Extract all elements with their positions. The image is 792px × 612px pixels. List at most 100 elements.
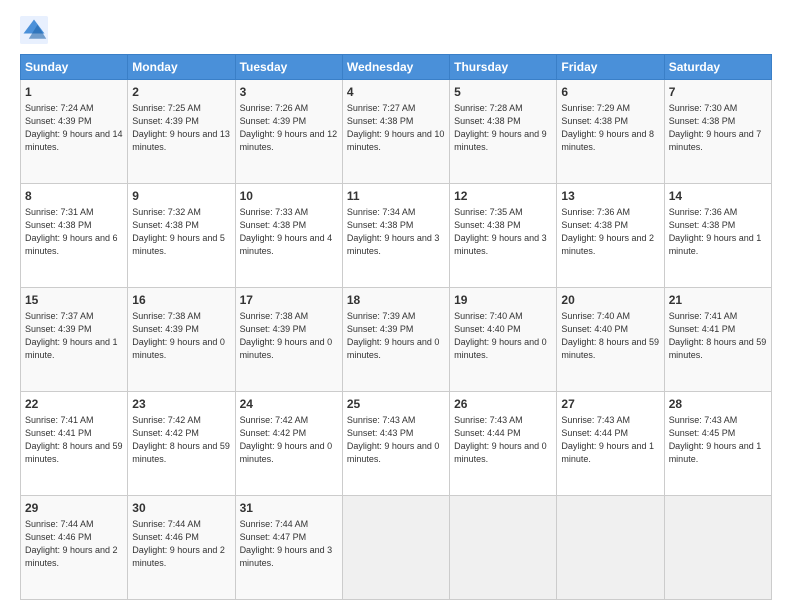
day-number: 19: [454, 292, 552, 309]
table-row: 10Sunrise: 7:33 AMSunset: 4:38 PMDayligh…: [235, 184, 342, 288]
day-info: Sunrise: 7:31 AMSunset: 4:38 PMDaylight:…: [25, 206, 123, 258]
table-row: 23Sunrise: 7:42 AMSunset: 4:42 PMDayligh…: [128, 392, 235, 496]
day-info: Sunrise: 7:24 AMSunset: 4:39 PMDaylight:…: [25, 102, 123, 154]
table-row: 4Sunrise: 7:27 AMSunset: 4:38 PMDaylight…: [342, 80, 449, 184]
calendar-body: 1Sunrise: 7:24 AMSunset: 4:39 PMDaylight…: [21, 80, 772, 600]
day-info: Sunrise: 7:33 AMSunset: 4:38 PMDaylight:…: [240, 206, 338, 258]
table-row: [342, 496, 449, 600]
table-row: 1Sunrise: 7:24 AMSunset: 4:39 PMDaylight…: [21, 80, 128, 184]
table-row: 20Sunrise: 7:40 AMSunset: 4:40 PMDayligh…: [557, 288, 664, 392]
table-row: 11Sunrise: 7:34 AMSunset: 4:38 PMDayligh…: [342, 184, 449, 288]
day-number: 27: [561, 396, 659, 413]
calendar-row: 1Sunrise: 7:24 AMSunset: 4:39 PMDaylight…: [21, 80, 772, 184]
day-info: Sunrise: 7:39 AMSunset: 4:39 PMDaylight:…: [347, 310, 445, 362]
day-info: Sunrise: 7:40 AMSunset: 4:40 PMDaylight:…: [454, 310, 552, 362]
day-info: Sunrise: 7:41 AMSunset: 4:41 PMDaylight:…: [669, 310, 767, 362]
day-info: Sunrise: 7:43 AMSunset: 4:43 PMDaylight:…: [347, 414, 445, 466]
col-sunday: Sunday: [21, 55, 128, 80]
header: [20, 16, 772, 44]
day-number: 26: [454, 396, 552, 413]
table-row: 27Sunrise: 7:43 AMSunset: 4:44 PMDayligh…: [557, 392, 664, 496]
day-info: Sunrise: 7:36 AMSunset: 4:38 PMDaylight:…: [561, 206, 659, 258]
day-number: 11: [347, 188, 445, 205]
calendar-row: 8Sunrise: 7:31 AMSunset: 4:38 PMDaylight…: [21, 184, 772, 288]
table-row: 3Sunrise: 7:26 AMSunset: 4:39 PMDaylight…: [235, 80, 342, 184]
header-row: Sunday Monday Tuesday Wednesday Thursday…: [21, 55, 772, 80]
day-number: 10: [240, 188, 338, 205]
day-info: Sunrise: 7:42 AMSunset: 4:42 PMDaylight:…: [240, 414, 338, 466]
logo: [20, 16, 52, 44]
table-row: 13Sunrise: 7:36 AMSunset: 4:38 PMDayligh…: [557, 184, 664, 288]
col-monday: Monday: [128, 55, 235, 80]
table-row: 14Sunrise: 7:36 AMSunset: 4:38 PMDayligh…: [664, 184, 771, 288]
day-info: Sunrise: 7:28 AMSunset: 4:38 PMDaylight:…: [454, 102, 552, 154]
table-row: 21Sunrise: 7:41 AMSunset: 4:41 PMDayligh…: [664, 288, 771, 392]
day-info: Sunrise: 7:40 AMSunset: 4:40 PMDaylight:…: [561, 310, 659, 362]
day-info: Sunrise: 7:38 AMSunset: 4:39 PMDaylight:…: [132, 310, 230, 362]
day-number: 21: [669, 292, 767, 309]
col-tuesday: Tuesday: [235, 55, 342, 80]
day-number: 9: [132, 188, 230, 205]
table-row: 9Sunrise: 7:32 AMSunset: 4:38 PMDaylight…: [128, 184, 235, 288]
day-number: 1: [25, 84, 123, 101]
table-row: 26Sunrise: 7:43 AMSunset: 4:44 PMDayligh…: [450, 392, 557, 496]
col-wednesday: Wednesday: [342, 55, 449, 80]
table-row: 28Sunrise: 7:43 AMSunset: 4:45 PMDayligh…: [664, 392, 771, 496]
day-number: 16: [132, 292, 230, 309]
day-number: 17: [240, 292, 338, 309]
day-number: 28: [669, 396, 767, 413]
day-info: Sunrise: 7:38 AMSunset: 4:39 PMDaylight:…: [240, 310, 338, 362]
day-info: Sunrise: 7:41 AMSunset: 4:41 PMDaylight:…: [25, 414, 123, 466]
day-info: Sunrise: 7:25 AMSunset: 4:39 PMDaylight:…: [132, 102, 230, 154]
day-number: 25: [347, 396, 445, 413]
calendar-row: 15Sunrise: 7:37 AMSunset: 4:39 PMDayligh…: [21, 288, 772, 392]
day-number: 24: [240, 396, 338, 413]
table-row: 12Sunrise: 7:35 AMSunset: 4:38 PMDayligh…: [450, 184, 557, 288]
table-row: 15Sunrise: 7:37 AMSunset: 4:39 PMDayligh…: [21, 288, 128, 392]
day-info: Sunrise: 7:35 AMSunset: 4:38 PMDaylight:…: [454, 206, 552, 258]
day-info: Sunrise: 7:44 AMSunset: 4:46 PMDaylight:…: [25, 518, 123, 570]
day-number: 8: [25, 188, 123, 205]
day-number: 14: [669, 188, 767, 205]
table-row: 16Sunrise: 7:38 AMSunset: 4:39 PMDayligh…: [128, 288, 235, 392]
day-info: Sunrise: 7:30 AMSunset: 4:38 PMDaylight:…: [669, 102, 767, 154]
table-row: [557, 496, 664, 600]
table-row: 2Sunrise: 7:25 AMSunset: 4:39 PMDaylight…: [128, 80, 235, 184]
calendar: Sunday Monday Tuesday Wednesday Thursday…: [20, 54, 772, 600]
day-info: Sunrise: 7:44 AMSunset: 4:47 PMDaylight:…: [240, 518, 338, 570]
col-saturday: Saturday: [664, 55, 771, 80]
calendar-header: Sunday Monday Tuesday Wednesday Thursday…: [21, 55, 772, 80]
day-number: 22: [25, 396, 123, 413]
day-number: 7: [669, 84, 767, 101]
table-row: 24Sunrise: 7:42 AMSunset: 4:42 PMDayligh…: [235, 392, 342, 496]
logo-icon: [20, 16, 48, 44]
day-number: 31: [240, 500, 338, 517]
day-info: Sunrise: 7:43 AMSunset: 4:45 PMDaylight:…: [669, 414, 767, 466]
table-row: 8Sunrise: 7:31 AMSunset: 4:38 PMDaylight…: [21, 184, 128, 288]
table-row: 25Sunrise: 7:43 AMSunset: 4:43 PMDayligh…: [342, 392, 449, 496]
day-info: Sunrise: 7:44 AMSunset: 4:46 PMDaylight:…: [132, 518, 230, 570]
day-info: Sunrise: 7:27 AMSunset: 4:38 PMDaylight:…: [347, 102, 445, 154]
table-row: 22Sunrise: 7:41 AMSunset: 4:41 PMDayligh…: [21, 392, 128, 496]
day-number: 4: [347, 84, 445, 101]
day-number: 30: [132, 500, 230, 517]
table-row: 31Sunrise: 7:44 AMSunset: 4:47 PMDayligh…: [235, 496, 342, 600]
day-number: 3: [240, 84, 338, 101]
table-row: [664, 496, 771, 600]
table-row: 30Sunrise: 7:44 AMSunset: 4:46 PMDayligh…: [128, 496, 235, 600]
day-info: Sunrise: 7:43 AMSunset: 4:44 PMDaylight:…: [454, 414, 552, 466]
day-number: 12: [454, 188, 552, 205]
day-info: Sunrise: 7:34 AMSunset: 4:38 PMDaylight:…: [347, 206, 445, 258]
table-row: 5Sunrise: 7:28 AMSunset: 4:38 PMDaylight…: [450, 80, 557, 184]
calendar-row: 22Sunrise: 7:41 AMSunset: 4:41 PMDayligh…: [21, 392, 772, 496]
day-info: Sunrise: 7:26 AMSunset: 4:39 PMDaylight:…: [240, 102, 338, 154]
day-info: Sunrise: 7:42 AMSunset: 4:42 PMDaylight:…: [132, 414, 230, 466]
day-number: 2: [132, 84, 230, 101]
table-row: 6Sunrise: 7:29 AMSunset: 4:38 PMDaylight…: [557, 80, 664, 184]
day-number: 13: [561, 188, 659, 205]
day-number: 18: [347, 292, 445, 309]
day-number: 23: [132, 396, 230, 413]
day-number: 29: [25, 500, 123, 517]
day-info: Sunrise: 7:29 AMSunset: 4:38 PMDaylight:…: [561, 102, 659, 154]
table-row: 29Sunrise: 7:44 AMSunset: 4:46 PMDayligh…: [21, 496, 128, 600]
